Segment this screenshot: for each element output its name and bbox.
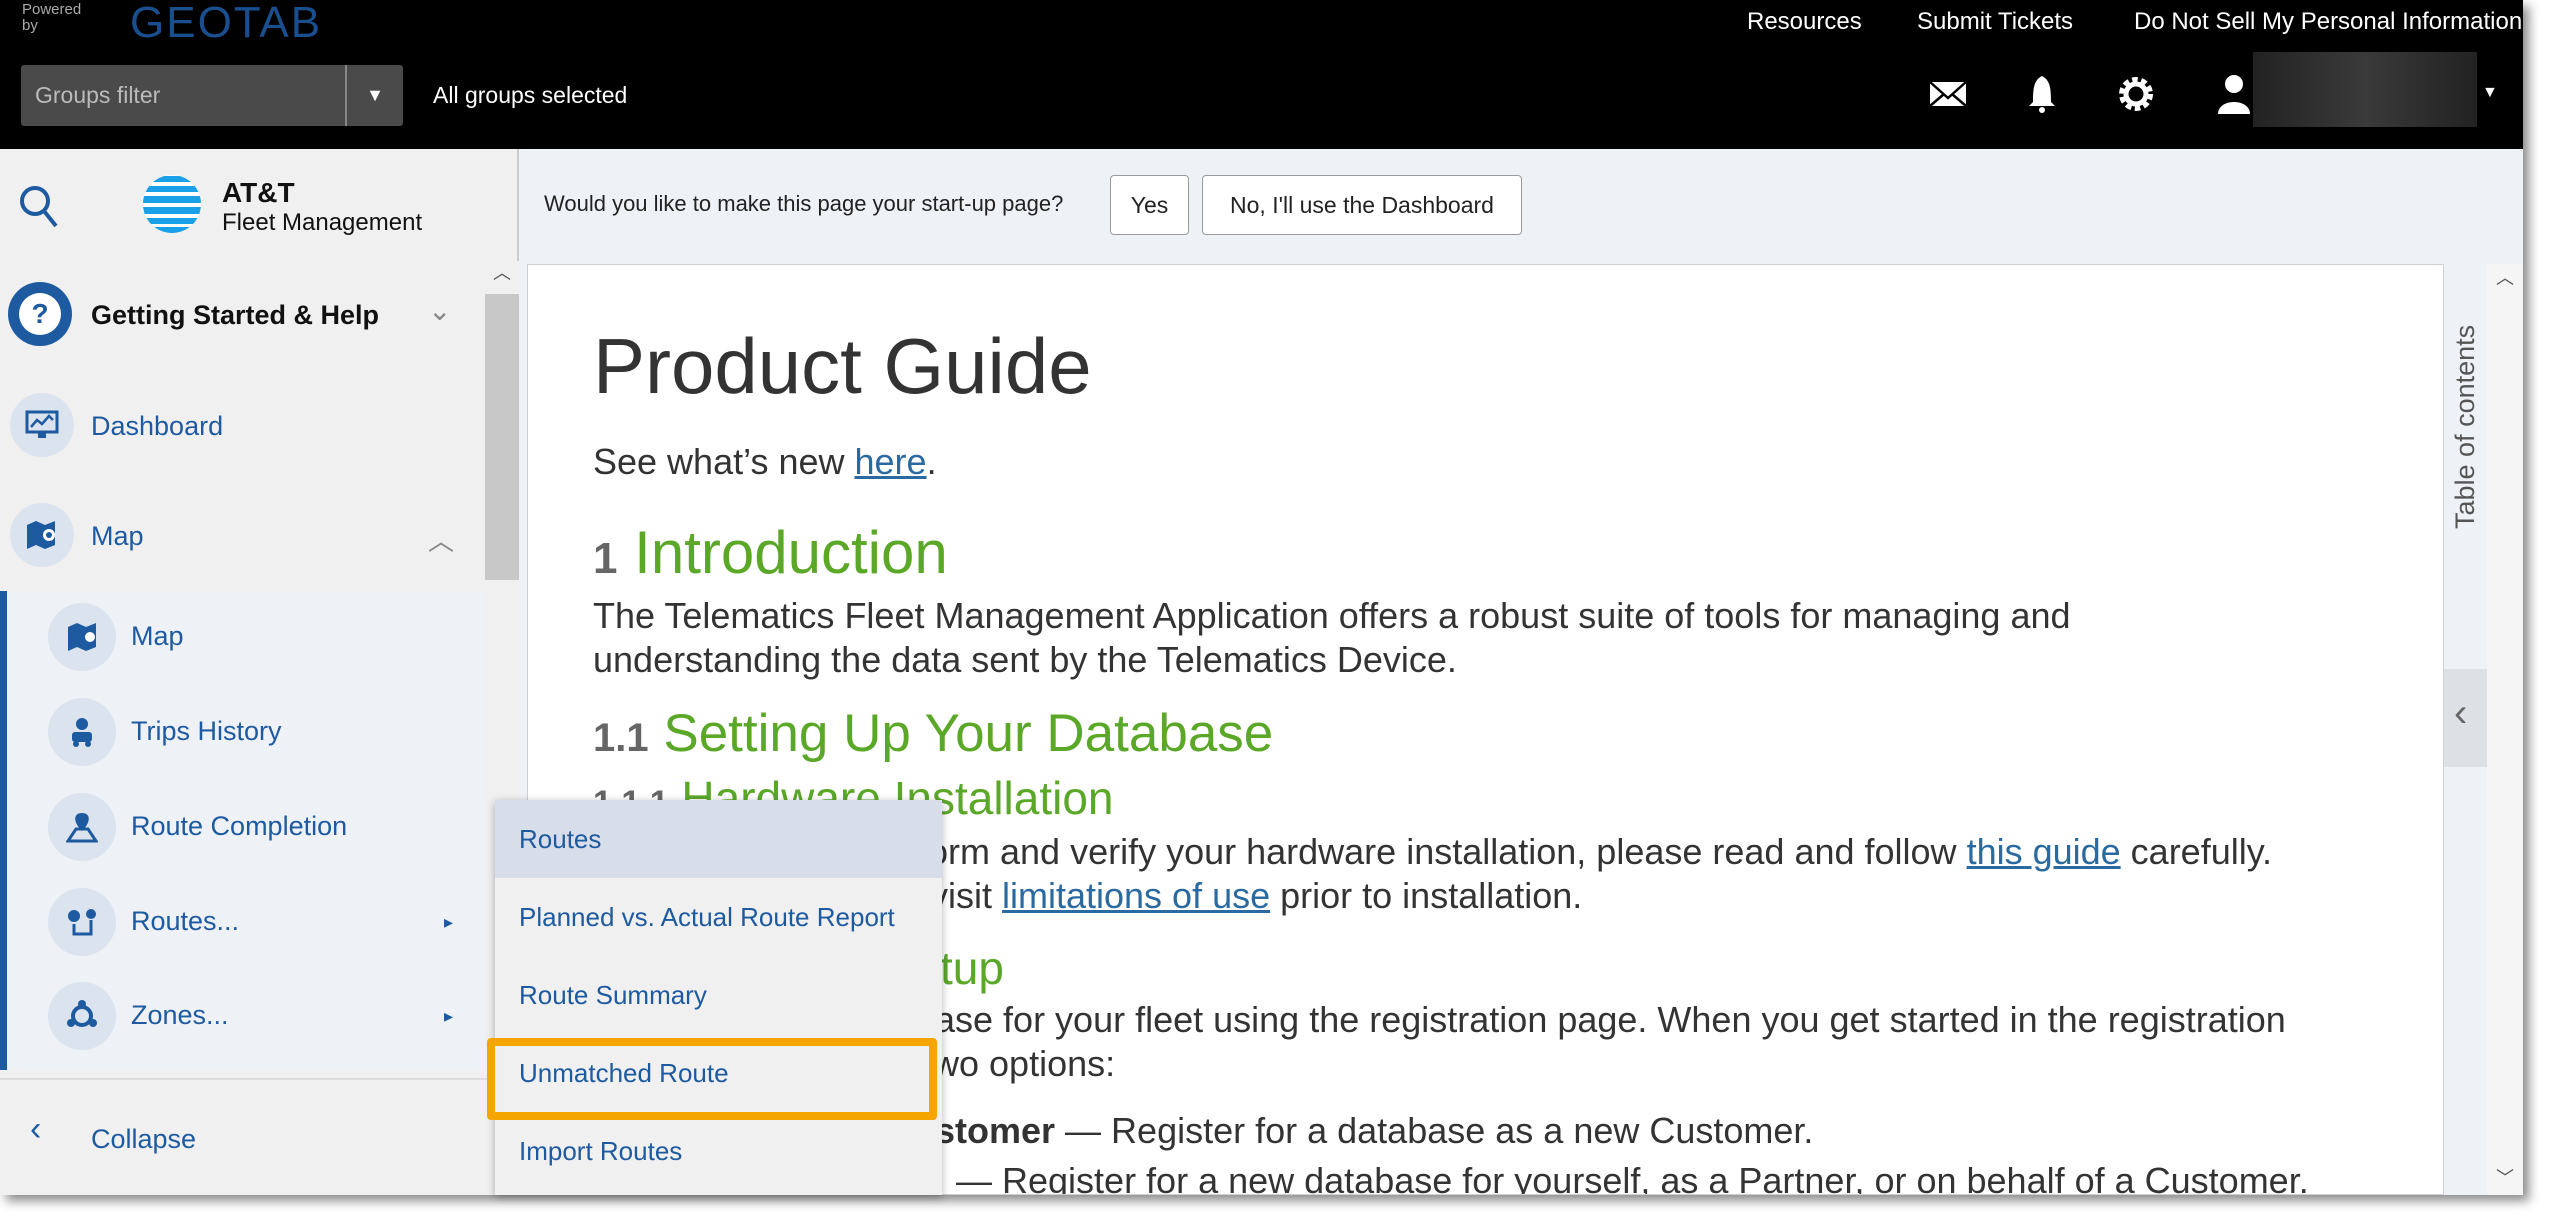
text: — Register for a database as a new Custo… [1055, 1110, 1814, 1151]
att-globe-logo [143, 175, 201, 233]
this-guide-link[interactable]: this guide [1967, 831, 2121, 872]
routes-submenu-popup: Routes Planned vs. Actual Route Report Rou… [495, 800, 942, 1195]
whats-new-line: See what’s new here. [593, 441, 937, 483]
popup-item-import-routes[interactable]: Import Routes [495, 1112, 942, 1190]
subnav-routes[interactable]: Routes... ▸ [0, 876, 485, 966]
startup-question: Would you like to make this page your st… [544, 191, 1064, 216]
heading-introduction: 1 Introduction [593, 518, 948, 587]
subnav-label: Trips History [131, 716, 282, 746]
limitations-of-use-link[interactable]: limitations of use [1002, 875, 1270, 916]
hardware-line-1: orm and verify your hardware installatio… [928, 831, 2272, 873]
startup-page-prompt: Would you like to make this page your st… [519, 149, 2523, 261]
user-name-redacted[interactable] [2253, 52, 2477, 127]
zones-icon [48, 982, 116, 1050]
intro-line-1: The Telematics Fleet Management Applicat… [593, 595, 2071, 636]
text: orm and verify your hardware installatio… [928, 831, 1967, 872]
chevron-up-icon: ︿ [428, 526, 455, 556]
help-icon: ? [8, 282, 72, 346]
heading-setting-up-database: 1.1 Setting Up Your Database [593, 703, 1273, 764]
highlight-box [487, 1038, 937, 1120]
collapse-label: Collapse [91, 1124, 197, 1154]
trips-icon [48, 698, 116, 766]
scroll-down-arrow[interactable]: ﹀ [2496, 1164, 2514, 1190]
hardware-line-2: visit limitations of use prior to instal… [930, 875, 1582, 917]
chevron-left-icon: ‹ [2454, 691, 2468, 735]
popup-item-planned-vs-actual-route-report[interactable]: Planned vs. Actual Route Report [495, 878, 942, 956]
powered-by-label: Powered by [22, 1, 82, 34]
nav-label: Getting Started & Help [91, 300, 380, 330]
toc-label: Table of contents [2450, 324, 2480, 529]
nav-getting-started[interactable]: ? Getting Started & Help ⌄ [0, 270, 485, 360]
user-icon[interactable] [2212, 72, 2256, 116]
popup-item-route-summary[interactable]: Route Summary [495, 956, 942, 1034]
whats-new-link[interactable]: here [855, 441, 927, 482]
chevron-down-icon: ⌄ [428, 295, 452, 326]
popup-item-routes[interactable]: Routes [495, 800, 942, 878]
subnav-label: Routes... [131, 906, 240, 936]
search-icon[interactable] [18, 184, 60, 230]
sidebar: AT&T Fleet Management ? Getting Started … [0, 149, 519, 1195]
collapse-button[interactable]: ‹ Collapse [0, 1078, 517, 1195]
yes-button[interactable]: Yes [1110, 175, 1189, 235]
map-icon [10, 503, 74, 567]
subnav-trips-history[interactable]: Trips History [0, 686, 485, 776]
option-partner: — Register for a new database for yourse… [956, 1160, 2309, 1195]
subnav-route-completion[interactable]: Route Completion [0, 781, 485, 871]
geotab-logo: GEOTAB [130, 0, 323, 47]
route-completion-icon [48, 793, 116, 861]
submenu-arrow-icon: ▸ [444, 1006, 454, 1026]
sidebar-scroll-thumb[interactable] [485, 294, 519, 580]
dashboard-icon [10, 393, 74, 457]
bell-icon[interactable] [2020, 72, 2064, 116]
nav-dashboard[interactable]: Dashboard [0, 381, 485, 471]
text: carefully. [2120, 831, 2273, 872]
logo-fleet-management: Fleet Management [222, 209, 423, 236]
subnav-label: Map [131, 621, 184, 651]
nav-label: Map [91, 521, 144, 551]
option-title: stomer [935, 1110, 1056, 1151]
map-icon [48, 603, 116, 671]
registration-line-1: ase for your fleet using the registratio… [935, 999, 2286, 1040]
submit-tickets-link[interactable]: Submit Tickets [1917, 8, 2073, 36]
groups-filter[interactable]: Groups filter ▼ [21, 65, 403, 126]
subnav-label: Route Completion [131, 811, 348, 841]
text: prior to installation. [1270, 875, 1583, 916]
heading-number: 1.1 [593, 716, 649, 760]
app-window: Powered by GEOTAB Resources Submit Ticke… [0, 0, 2523, 1195]
heading-text: Introduction [634, 519, 948, 586]
resources-link[interactable]: Resources [1747, 8, 1862, 36]
page-title: Product Guide [593, 322, 1092, 410]
text: See what’s new [593, 441, 855, 482]
option-customer: stomer — Register for a database as a ne… [935, 1110, 1813, 1152]
subnav-map[interactable]: Map [0, 591, 485, 681]
logo-att: AT&T [222, 177, 295, 208]
chevron-left-icon: ‹ [30, 1110, 42, 1148]
use-dashboard-button[interactable]: No, I'll use the Dashboard [1202, 175, 1522, 235]
submenu-arrow-icon: ▸ [444, 912, 454, 932]
text: . [926, 441, 937, 482]
table-of-contents-panel[interactable]: Table of contents ‹ [2444, 264, 2487, 1195]
heading-number: 1 [593, 534, 618, 583]
groups-filter-placeholder: Groups filter [35, 82, 161, 108]
user-menu-caret[interactable]: ▼ [2482, 84, 2498, 102]
routes-icon [48, 888, 116, 956]
subnav-zones[interactable]: Zones... ▸ [0, 970, 485, 1060]
mail-icon[interactable] [1926, 72, 1970, 116]
top-bar: Powered by GEOTAB Resources Submit Ticke… [0, 0, 2523, 149]
nav-label: Dashboard [91, 411, 224, 441]
toc-expand-button[interactable]: ‹ [2444, 669, 2487, 767]
heading-database-setup: tup [940, 942, 1004, 994]
nav-map[interactable]: Map ︿ [0, 491, 485, 581]
subnav-label: Zones... [131, 1000, 229, 1030]
do-not-sell-link[interactable]: Do Not Sell My Personal Information [2134, 8, 2522, 36]
heading-text: Setting Up Your Database [663, 704, 1274, 763]
scroll-up-arrow[interactable]: ︿ [2496, 264, 2514, 290]
intro-line-2: understanding the data sent by the Telem… [593, 639, 1457, 680]
document-scrollbar[interactable]: ︿ ﹀ [2487, 264, 2523, 1195]
groups-status: All groups selected [433, 82, 628, 108]
gear-icon[interactable] [2114, 72, 2158, 116]
registration-line-2: wo options: [933, 1043, 1116, 1084]
groups-dropdown-button[interactable]: ▼ [345, 65, 403, 126]
